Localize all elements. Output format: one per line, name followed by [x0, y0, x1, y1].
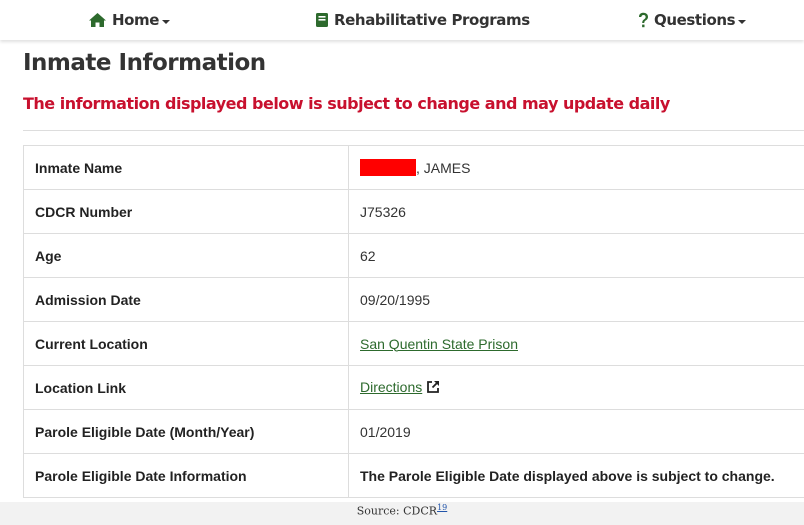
cdcr-number-value: J75326: [348, 189, 804, 234]
row-label: Current Location: [23, 321, 349, 366]
update-notice: The information displayed below is subje…: [23, 94, 670, 113]
chevron-down-icon: [162, 19, 171, 24]
row-label: Inmate Name: [23, 145, 349, 190]
row-label: Location Link: [23, 365, 349, 410]
row-label: Age: [23, 233, 349, 278]
page-title: Inmate Information: [23, 50, 266, 76]
nav-home-label: Home: [112, 11, 160, 29]
external-link-icon[interactable]: [426, 380, 440, 397]
table-row: CDCR Number J75326: [23, 189, 804, 234]
current-location-cell: San Quentin State Prison: [348, 321, 804, 366]
admission-date-value: 09/20/1995: [348, 277, 804, 322]
row-label: CDCR Number: [23, 189, 349, 234]
nav-rehabilitative-programs[interactable]: Rehabilitative Programs: [315, 0, 530, 40]
table-row: Parole Eligible Date Information The Par…: [23, 453, 804, 498]
divider: [23, 130, 804, 131]
row-label: Admission Date: [23, 277, 349, 322]
current-location-link[interactable]: San Quentin State Prison: [360, 336, 518, 352]
nav-questions[interactable]: Questions: [638, 0, 747, 40]
table-row: Admission Date 09/20/1995: [23, 277, 804, 322]
row-label: Parole Eligible Date (Month/Year): [23, 409, 349, 454]
table-row: Parole Eligible Date (Month/Year) 01/201…: [23, 409, 804, 454]
row-label: Parole Eligible Date Information: [23, 453, 349, 498]
table-row: Current Location San Quentin State Priso…: [23, 321, 804, 366]
table-row: Location Link Directions: [23, 365, 804, 410]
table-row: Age 62: [23, 233, 804, 278]
table-row: Inmate Name , JAMES: [23, 145, 804, 190]
parole-date-value: 01/2019: [348, 409, 804, 454]
inmate-first-name: , JAMES: [416, 160, 471, 176]
book-icon: [315, 12, 329, 28]
top-navigation: Home Rehabilitative Programs Questions: [0, 0, 804, 40]
home-icon: [88, 12, 107, 28]
nav-home[interactable]: Home: [88, 0, 171, 40]
inmate-name-value: , JAMES: [348, 145, 804, 190]
inmate-info-table: Inmate Name , JAMES CDCR Number J75326 A…: [23, 145, 804, 498]
location-link-cell: Directions: [348, 365, 804, 410]
question-icon: [638, 12, 649, 29]
nav-programs-label: Rehabilitative Programs: [334, 11, 530, 29]
directions-link[interactable]: Directions: [360, 379, 422, 395]
source-text: Source: CDCR: [356, 504, 438, 518]
footnote-ref[interactable]: 19: [437, 503, 447, 512]
nav-questions-label: Questions: [654, 11, 736, 29]
age-value: 62: [348, 233, 804, 278]
parole-info-value: The Parole Eligible Date displayed above…: [348, 453, 804, 498]
page-frame: Home Rehabilitative Programs Questions I…: [0, 0, 804, 502]
source-caption: Source: CDCR19: [0, 503, 804, 518]
redaction-bar: [360, 159, 416, 176]
chevron-down-icon: [738, 19, 747, 24]
